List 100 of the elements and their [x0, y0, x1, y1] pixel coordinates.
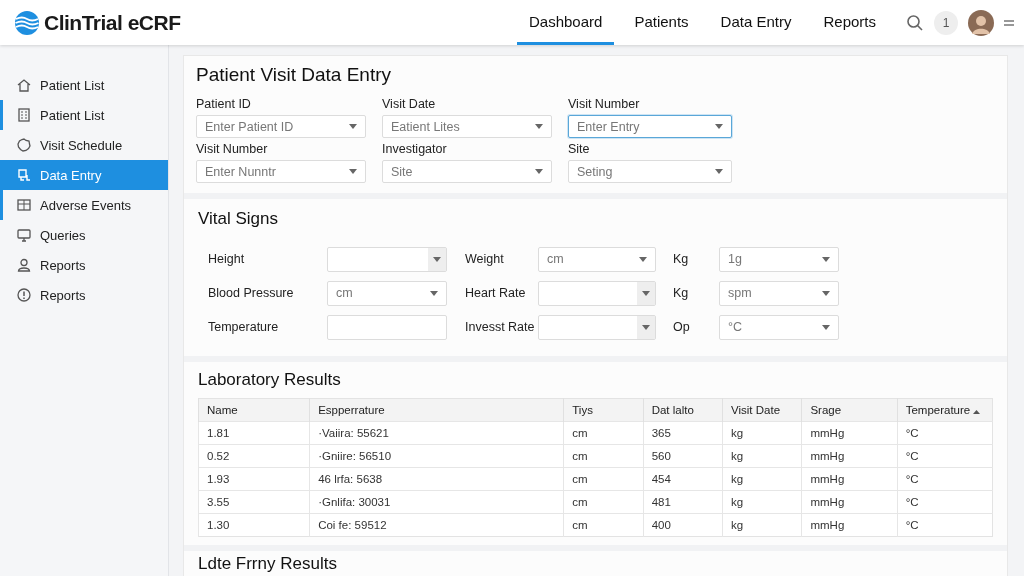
nav-tab[interactable]: Reports: [811, 0, 888, 45]
table-cell: cm: [563, 490, 644, 514]
dropdown-field[interactable]: cm: [538, 246, 656, 272]
monitor-icon: [16, 227, 32, 243]
dropdown-field[interactable]: Seting: [568, 160, 732, 183]
column-header[interactable]: Dat lalto: [643, 398, 723, 422]
table-cell: °C: [897, 513, 993, 537]
sidebar-item[interactable]: Reports: [0, 250, 168, 280]
dropdown-field[interactable]: Eatient Lites: [382, 115, 552, 138]
dropdown-field[interactable]: Enter Nunntr: [196, 160, 366, 183]
dropdown-arrow-icon: [822, 324, 830, 330]
table-cell: mmHg: [801, 490, 898, 514]
table-cell: Coi fe: 59512: [309, 513, 564, 537]
dropdown-arrow-icon: [822, 256, 830, 262]
dropdown-field[interactable]: spm: [719, 280, 839, 306]
dropdown-arrow-icon: [349, 169, 357, 174]
user-icon: [16, 257, 32, 273]
field-label: Invesst Rate: [465, 320, 536, 334]
dropdown-arrow-icon: [535, 169, 543, 174]
table-cell: cm: [563, 421, 644, 445]
table-cell: 1.30: [198, 513, 310, 537]
table-cell: °C: [897, 421, 993, 445]
table-cell: 0.52: [198, 444, 310, 468]
field-label: Visit Number: [196, 142, 269, 156]
dropdown-field[interactable]: 1g: [719, 246, 839, 272]
dropdown-field[interactable]: cm: [327, 280, 447, 306]
table-cell: 454: [643, 467, 723, 491]
section-title: Vital Signs: [198, 209, 279, 229]
sidebar-item[interactable]: Patient List: [0, 100, 168, 130]
sidebar-item[interactable]: Reports: [0, 280, 168, 310]
table-cell: °C: [897, 444, 993, 468]
gear-icon: [16, 137, 32, 153]
dropdown-field[interactable]: Enter Entry: [568, 115, 732, 138]
table-cell: kg: [722, 490, 802, 514]
dropdown-arrow-icon: [715, 124, 723, 129]
avatar[interactable]: [968, 9, 994, 36]
field-label: Kg: [673, 252, 690, 266]
search-icon[interactable]: [906, 13, 924, 32]
column-header[interactable]: Tiys: [563, 398, 644, 422]
dropdown-arrow-icon: [642, 324, 650, 330]
column-header[interactable]: Name: [198, 398, 310, 422]
sidebar-item[interactable]: Visit Schedule: [0, 130, 168, 160]
nav-tab[interactable]: Patients: [622, 0, 701, 45]
calendar-icon: [16, 197, 32, 213]
list-icon: [16, 107, 32, 123]
table-cell: mmHg: [801, 467, 898, 491]
table-cell: °C: [897, 467, 993, 491]
dropdown-arrow-icon: [822, 290, 830, 296]
field-label: Visit Date: [382, 97, 437, 111]
dropdown-field[interactable]: Site: [382, 160, 552, 183]
dropdown-field[interactable]: Enter Patient ID: [196, 115, 366, 138]
dropdown-arrow-icon: [535, 124, 543, 129]
table-cell: 560: [643, 444, 723, 468]
sidebar-item[interactable]: Adverse Events: [0, 190, 168, 220]
nav-tab[interactable]: Data Entry: [708, 0, 804, 45]
sidebar-item[interactable]: Queries: [0, 220, 168, 250]
combo-field[interactable]: [538, 280, 656, 306]
notification-badge[interactable]: 1: [934, 10, 958, 35]
input-field[interactable]: [327, 314, 447, 340]
table-cell: cm: [563, 513, 644, 537]
combo-field[interactable]: [538, 314, 656, 340]
field-label: Height: [208, 252, 246, 266]
table-cell: kg: [722, 444, 802, 468]
nav-tab[interactable]: Dashboard: [517, 0, 615, 45]
field-label: Heart Rate: [465, 286, 527, 300]
table-cell: ·Gnlifa: 30031: [309, 490, 564, 514]
dropdown-arrow-icon: [349, 124, 357, 129]
table-cell: °C: [897, 490, 993, 514]
table-cell: kg: [722, 467, 802, 491]
table-cell: 3.55: [198, 490, 310, 514]
table-cell: 365: [643, 421, 723, 445]
column-header[interactable]: Espperrature: [309, 398, 564, 422]
field-label: Weight: [465, 252, 505, 266]
table-cell: kg: [722, 421, 802, 445]
field-label: Blood Pressure: [208, 286, 295, 300]
dropdown-arrow-icon: [639, 256, 647, 262]
sidebar-item[interactable]: Patient List: [0, 70, 168, 100]
section-title: Ldte Frrny Results: [198, 554, 338, 574]
home-icon: [16, 77, 32, 93]
field-label: Temperature: [208, 320, 280, 334]
alert-icon: [16, 287, 32, 303]
field-label: Site: [568, 142, 591, 156]
section-title: Laboratory Results: [198, 370, 342, 390]
column-header[interactable]: Srage: [801, 398, 898, 422]
logo-icon: [14, 9, 40, 36]
dropdown-field[interactable]: °C: [719, 314, 839, 340]
table-cell: mmHg: [801, 421, 898, 445]
table-cell: 46 lrfa: 5638: [309, 467, 564, 491]
table-cell: 1.93: [198, 467, 310, 491]
field-label: Kg: [673, 286, 690, 300]
column-header[interactable]: Visit Date: [722, 398, 802, 422]
field-label: Investigator: [382, 142, 448, 156]
table-cell: cm: [563, 444, 644, 468]
app-title: ClinTrial eCRF: [44, 10, 181, 35]
dropdown-arrow-icon: [642, 290, 650, 296]
section-title: Patient Visit Data Entry: [196, 64, 393, 86]
menu-icon[interactable]: [1004, 18, 1014, 27]
sort-arrow-icon: [973, 410, 981, 414]
column-header[interactable]: Temperature: [897, 398, 993, 422]
combo-field[interactable]: [327, 246, 447, 272]
